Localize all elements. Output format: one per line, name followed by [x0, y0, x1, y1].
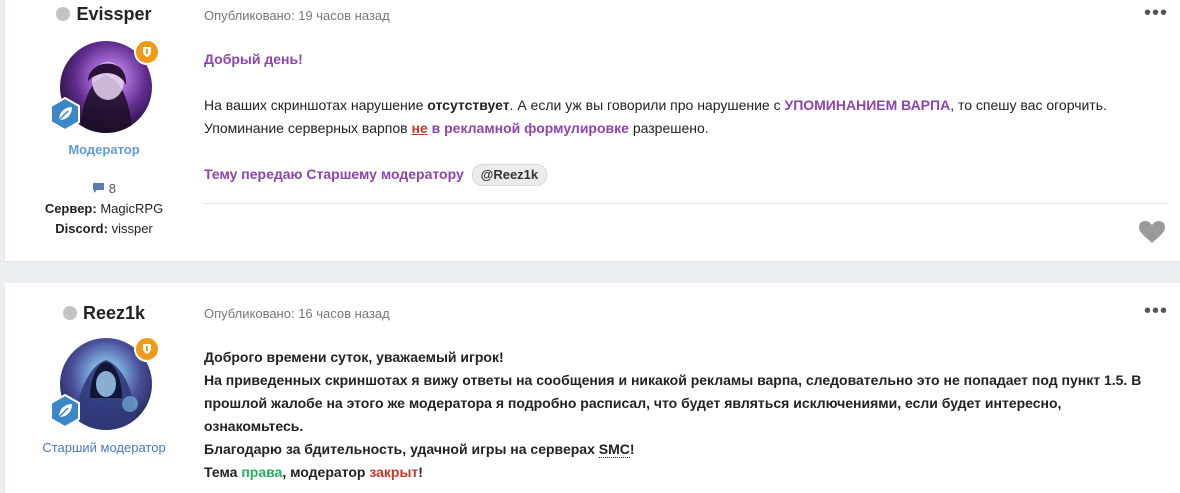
text: Благодарю за бдительность, удачной игры … [204, 441, 599, 457]
line-explanation: На приведенных скриншотах я вижу ответы … [204, 372, 1142, 434]
author-name[interactable]: Evissper [76, 4, 151, 24]
ellipsis-icon[interactable]: ••• [1144, 2, 1168, 25]
heart-icon[interactable] [1138, 220, 1166, 244]
text: , то спешу вас огорчить. [950, 97, 1107, 113]
abbr-smc[interactable]: SMC [598, 441, 630, 458]
offline-status-icon [62, 306, 77, 320]
text-red: закрыт [369, 464, 419, 480]
author-stats: 8 Сервер: MagicRPG Discord: vissper [5, 179, 203, 239]
published-time[interactable]: Опубликовано: 19 часов назад [204, 8, 390, 23]
discord-label: Discord: [55, 221, 108, 236]
author-name[interactable]: Reez1k [83, 303, 145, 323]
paragraph-2: Упоминание серверных варпов не в рекламн… [204, 117, 1162, 140]
paragraph-1: На ваших скриншотах нарушение отсутствуе… [204, 94, 1162, 117]
text: Упоминание серверных варпов [204, 120, 412, 136]
server-row: Сервер: MagicRPG [5, 199, 203, 219]
greeting: Добрый день! [204, 51, 303, 67]
text-red: не [411, 120, 428, 136]
transfer-text: Тему передаю Старшему модератору [204, 166, 464, 182]
text-highlight: в рекламной формулировке [427, 120, 629, 136]
line-greeting: Доброго времени суток, уважаемый игрок! [204, 349, 504, 365]
transfer-line: Тему передаю Старшему модератору @Reez1k [204, 163, 1162, 186]
text: Тема [204, 464, 242, 480]
author-panel: Evissper Модератор 8 Сервер: MagicRPG Di… [5, 0, 203, 261]
divider [204, 203, 1168, 204]
text: На ваших скриншотах нарушение [204, 97, 428, 113]
server-value: MagicRPG [100, 201, 164, 216]
author-panel: Reez1k Старший модератор [5, 283, 203, 493]
author-role: Модератор [68, 142, 140, 157]
shield-badge-icon [134, 39, 160, 65]
author-role: Старший модератор [42, 440, 166, 455]
line-thanks: Благодарю за бдительность, удачной игры … [204, 438, 1162, 461]
leaf-badge-icon [48, 393, 82, 429]
speech-bubble-icon [93, 183, 105, 193]
text-green: права [241, 464, 283, 480]
shield-badge-icon [134, 336, 160, 362]
reputation-row: 8 [5, 179, 203, 199]
text: ! [629, 441, 635, 457]
post-reez1k: Reez1k Старший модератор Опубликовано: 1… [5, 283, 1180, 493]
discord-value: vissper [111, 221, 153, 236]
author-name-row: Evissper [5, 4, 203, 25]
published-time[interactable]: Опубликовано: 16 часов назад [204, 306, 390, 321]
ellipsis-icon[interactable]: ••• [1144, 300, 1168, 323]
post-content: Опубликовано: 16 часов назад ••• Доброго… [204, 283, 1180, 493]
leaf-badge-icon [48, 96, 82, 132]
post-content: Опубликовано: 19 часов назад ••• Добрый … [204, 0, 1180, 261]
text: ! [418, 464, 423, 480]
author-name-row: Reez1k [5, 303, 203, 324]
text-highlight: УПОМИНАНИЕМ ВАРПА [784, 97, 951, 113]
server-label: Сервер: [44, 201, 97, 216]
author-avatar-wrap [50, 39, 160, 133]
reputation-count: 8 [108, 181, 116, 196]
post-body: Добрый день! На ваших скриншотах нарушен… [204, 48, 1162, 186]
line-verdict: Тема права, модератор закрыт! [204, 461, 1162, 484]
author-avatar-wrap [50, 336, 160, 430]
text: . А если уж вы говорили про нарушение с [509, 97, 785, 113]
mention-link[interactable]: @Reez1k [471, 164, 548, 186]
post-body: Доброго времени суток, уважаемый игрок! … [204, 346, 1162, 484]
text-bold: отсутствует [427, 97, 510, 113]
post-evissper: Evissper Модератор 8 Сервер: MagicRPG Di… [5, 0, 1180, 261]
offline-status-icon [56, 7, 71, 21]
text: , модератор [282, 464, 370, 480]
discord-row: Discord: vissper [5, 219, 203, 239]
text: разрешено. [628, 120, 709, 136]
